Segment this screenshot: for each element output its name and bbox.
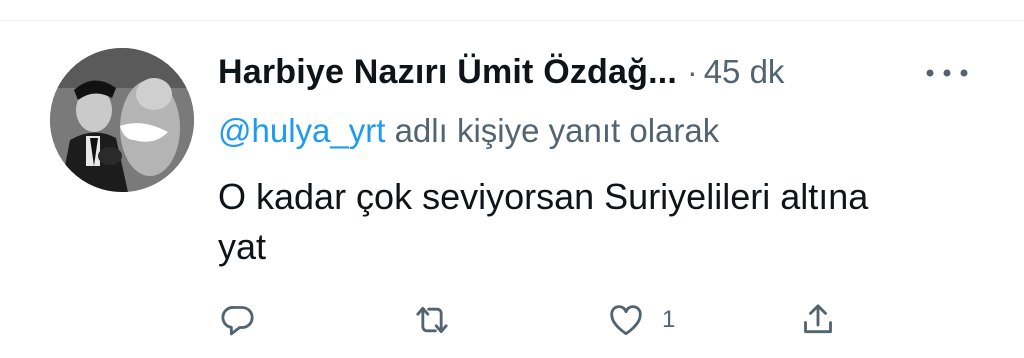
retweet-icon [416,306,448,334]
like-button[interactable]: 1 [606,296,675,344]
author-name[interactable]: Harbiye Nazırı Ümit Özdağ... [218,53,677,92]
top-divider [0,20,1024,21]
more-options-button[interactable] [922,58,972,88]
reply-mention-link[interactable]: @hulya_yrt [218,112,385,149]
more-dots-icon [926,69,968,77]
tweet-text-line-2: yat [218,226,267,267]
heart-icon [610,305,642,336]
timestamp[interactable]: 45 dk [704,53,785,91]
header-separator: · [687,53,698,90]
tweet-text: O kadar çok seviyorsan Suriyelileri altı… [218,172,978,272]
reply-context-text: adlı kişiye yanıt olarak [385,112,720,149]
share-icon [804,304,832,334]
retweet-button[interactable] [410,296,454,344]
action-bar: 1 [0,296,1024,344]
avatar[interactable] [50,48,194,192]
reply-icon [221,306,254,336]
share-button[interactable] [798,296,838,344]
tweet-header: Harbiye Nazırı Ümit Özdağ... · 45 dk [218,50,978,94]
tweet-text-line-1: O kadar çok seviyorsan Suriyelileri altı… [218,176,869,217]
reply-context: @hulya_yrt adlı kişiye yanıt olarak [218,112,719,156]
avatar-image [50,48,194,192]
reply-button[interactable] [218,296,258,344]
like-count: 1 [662,306,676,333]
